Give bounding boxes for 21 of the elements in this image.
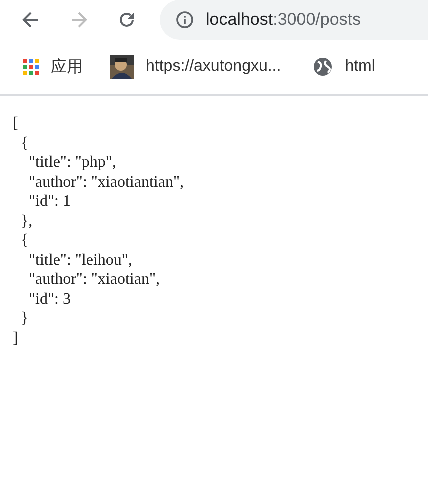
reload-icon[interactable] [118, 11, 136, 29]
json-line: "id": 1 [28, 192, 72, 212]
globe-icon [313, 57, 334, 77]
bookmark-item[interactable]: https://axutongxu... [110, 55, 282, 79]
json-line: { [20, 231, 30, 250]
json-line: "author": "xiaotiantian", [28, 172, 185, 192]
info-icon[interactable] [176, 11, 194, 29]
json-line: "title": "leihou", [28, 250, 134, 270]
address-bar[interactable]: localhost:3000/posts [160, 0, 428, 40]
json-line: } [20, 309, 30, 328]
back-icon[interactable] [22, 11, 40, 29]
json-line: [ [13, 114, 20, 134]
json-line: "id": 3 [28, 290, 72, 309]
json-line: ] [13, 328, 20, 348]
bookmark-item[interactable]: html [313, 57, 376, 77]
apps-grid-icon [23, 59, 39, 75]
json-line: }, [20, 212, 34, 231]
bookmark-item[interactable]: 应用 [23, 56, 83, 78]
json-line: "title": "php", [28, 153, 118, 172]
json-line: { [20, 134, 30, 153]
json-line: "author": "xiaotian", [28, 270, 161, 290]
